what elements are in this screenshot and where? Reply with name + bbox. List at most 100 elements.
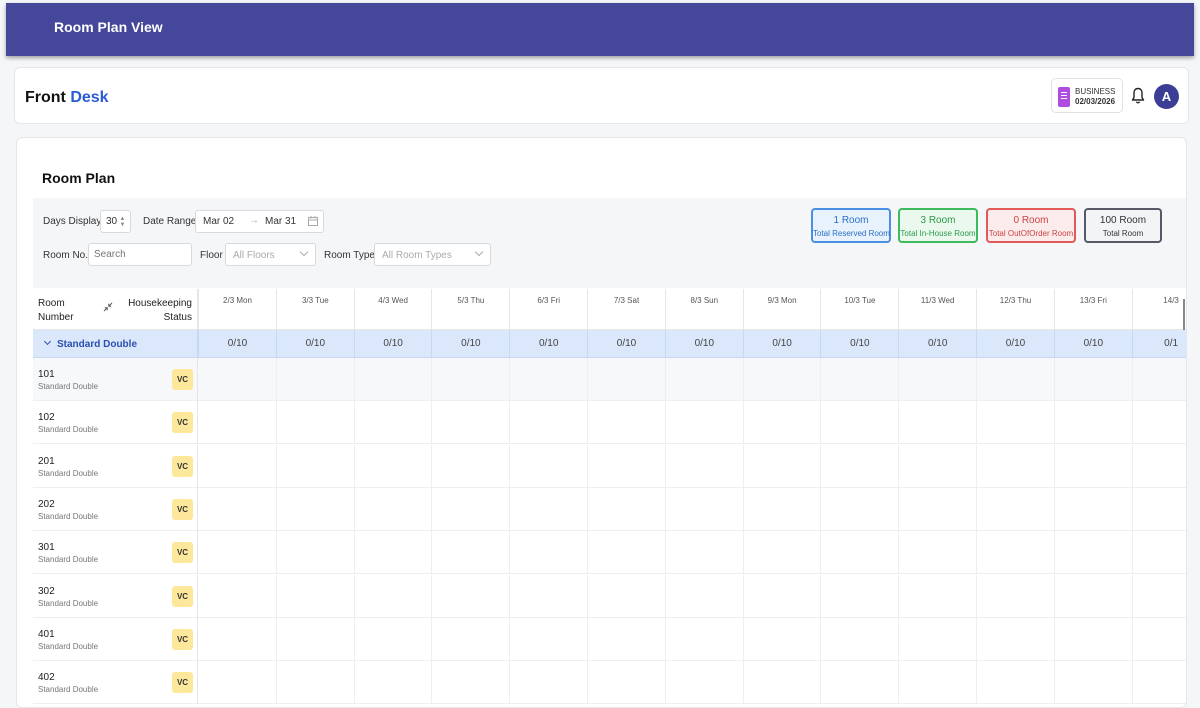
grid-divider: [976, 531, 977, 575]
day-header: 14/3: [1131, 289, 1186, 330]
housekeeping-status-badge[interactable]: VC: [172, 369, 193, 390]
stat-value: 0 Room: [1013, 215, 1049, 226]
housekeeping-status-badge[interactable]: VC: [172, 412, 193, 434]
grid-divider: [275, 487, 277, 531]
housekeeping-header-line2: Status: [163, 312, 192, 323]
floor-select[interactable]: All Floors: [225, 243, 316, 266]
group-count-cell: 0/10: [431, 330, 509, 358]
housekeeping-status-badge[interactable]: VC: [172, 672, 193, 694]
room-info-cell: 301 Standard Double VC: [33, 531, 198, 575]
group-label-cell: Standard Double: [33, 330, 198, 358]
grid-divider: [275, 531, 277, 575]
grid-divider: [976, 617, 977, 661]
grid-divider: [976, 401, 977, 445]
housekeeping-status-badge[interactable]: VC: [172, 585, 193, 607]
housekeeping-status-badge[interactable]: VC: [172, 455, 193, 477]
room-search-input[interactable]: [88, 243, 192, 266]
grid-divider: [820, 487, 822, 531]
grid-divider: [431, 617, 433, 661]
grid-divider: [664, 531, 666, 575]
grid-divider: [1131, 617, 1133, 661]
day-header: 6/3 Fri: [509, 289, 587, 330]
table-row[interactable]: 402 Standard Double VC: [33, 661, 1186, 705]
day-header: 7/3 Sat: [587, 289, 665, 330]
grid-divider: [1131, 574, 1133, 618]
table-row[interactable]: 301 Standard Double VC: [33, 531, 1186, 575]
room-info-cell: 402 Standard Double VC: [33, 661, 198, 705]
stat-caption: Total Reserved Room: [813, 229, 890, 238]
grid-divider: [275, 401, 277, 445]
grid-divider: [1053, 531, 1055, 575]
bell-icon[interactable]: [1131, 87, 1145, 105]
stat-card[interactable]: 3 Room Total In-House Room: [898, 208, 978, 243]
grid-divider: [431, 358, 433, 401]
stat-card[interactable]: 100 Room Total Room: [1084, 208, 1162, 243]
grid-divider: [431, 444, 433, 488]
business-date-badge[interactable]: BUSINESS 02/03/2026: [1051, 78, 1123, 113]
grid-divider: [1131, 531, 1133, 575]
table-row[interactable]: 101 Standard Double VC: [33, 358, 1186, 401]
brand-logo[interactable]: Front Desk: [25, 89, 109, 107]
housekeeping-status-badge[interactable]: VC: [172, 542, 193, 564]
housekeeping-status-badge[interactable]: VC: [172, 498, 193, 520]
filter-bar: Days Display 30 ▲ ▼ Date Range Mar 02 → M…: [33, 198, 1186, 288]
stat-caption: Total Room: [1102, 229, 1144, 238]
grid-divider: [1053, 401, 1055, 445]
grid-divider: [1131, 487, 1133, 531]
room-info-cell: 201 Standard Double VC: [33, 444, 198, 488]
group-name[interactable]: Standard Double: [43, 337, 137, 350]
day-header: 13/3 Fri: [1053, 289, 1132, 330]
room-info-cell: 102 Standard Double VC: [33, 401, 198, 445]
grid-divider: [275, 358, 277, 401]
stat-card[interactable]: 0 Room Total OutOfOrder Room: [986, 208, 1076, 243]
table-row[interactable]: 302 Standard Double VC: [33, 574, 1186, 618]
grid-divider: [275, 574, 277, 618]
grid-divider: [742, 617, 744, 661]
table-row[interactable]: 202 Standard Double VC: [33, 487, 1186, 531]
stat-card[interactable]: 1 Room Total Reserved Room: [811, 208, 891, 243]
grid-divider: [742, 574, 744, 618]
room-info-cell: 302 Standard Double VC: [33, 574, 198, 618]
grid-divider: [664, 358, 666, 401]
day-header: 5/3 Thu: [431, 289, 509, 330]
date-range-end: Mar 31: [265, 216, 297, 227]
room-type-label: Room Type: [324, 250, 375, 261]
collapse-icon[interactable]: [103, 302, 113, 312]
group-count-cell: 0/10: [1053, 330, 1132, 358]
table-row[interactable]: 102 Standard Double VC: [33, 401, 1186, 445]
room-info-cell: 202 Standard Double VC: [33, 487, 198, 531]
grid-divider: [431, 401, 433, 445]
group-count-cell: 0/10: [198, 330, 276, 358]
grid-divider: [353, 617, 355, 661]
grid-divider: [587, 358, 588, 401]
grid-divider: [587, 574, 588, 618]
chevron-down-icon: [299, 247, 309, 257]
stepper-arrows-icon[interactable]: ▲ ▼: [119, 216, 126, 228]
avatar[interactable]: A: [1154, 84, 1179, 109]
grid-divider: [820, 358, 822, 401]
grid-divider: [353, 401, 355, 445]
day-header: 8/3 Sun: [664, 289, 743, 330]
grid-divider: [1053, 358, 1055, 401]
room-number-header: Room Number: [38, 297, 74, 325]
table-row[interactable]: 201 Standard Double VC: [33, 444, 1186, 488]
room-type: Standard Double: [38, 382, 99, 391]
housekeeping-header: Housekeeping Status: [128, 297, 192, 325]
days-display-stepper[interactable]: 30 ▲ ▼: [100, 210, 131, 233]
grid-divider: [275, 661, 277, 705]
grid-divider: [1053, 617, 1055, 661]
grid-divider: [742, 487, 744, 531]
table-row[interactable]: 401 Standard Double VC: [33, 617, 1186, 661]
housekeeping-status-badge[interactable]: VC: [172, 628, 193, 650]
date-range-picker[interactable]: Mar 02 → Mar 31: [195, 210, 324, 233]
grid-divider: [509, 574, 511, 618]
room-type-select[interactable]: All Room Types: [374, 243, 491, 266]
date-range-label: Date Range: [143, 216, 197, 227]
grid-divider: [509, 444, 511, 488]
group-count-cell: 0/10: [976, 330, 1054, 358]
grid-divider: [742, 401, 744, 445]
stat-value: 3 Room: [920, 215, 956, 226]
grid-divider: [509, 661, 511, 705]
room-group-row[interactable]: Standard Double 0/10 0/10 0/10 0/10 0/10 0/10…: [33, 330, 1186, 358]
scrollbar-thumb[interactable]: [1183, 299, 1185, 331]
